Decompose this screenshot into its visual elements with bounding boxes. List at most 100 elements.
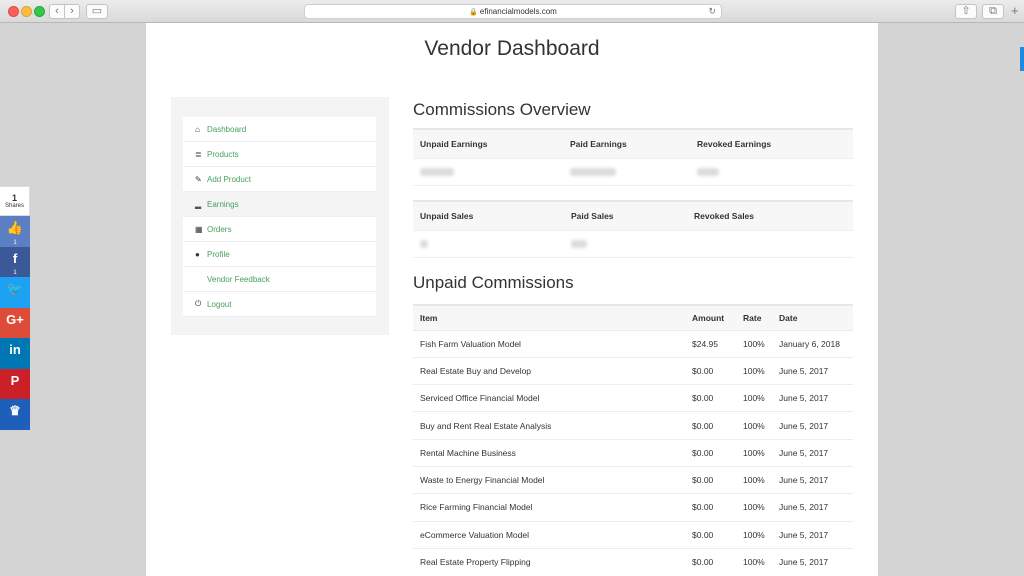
- paid-sales-header: Paid Sales: [571, 211, 614, 221]
- menu-label: Vendor Feedback: [207, 274, 270, 284]
- crown-icon: ♛: [9, 403, 21, 418]
- amount-cell: $0.00: [685, 384, 736, 412]
- menu-label: Profile: [207, 249, 230, 259]
- vendor-menu: ⌂ Dashboard ≣ Products ✎ Add Product ▂ Earni…: [183, 117, 376, 317]
- close-window-button[interactable]: [8, 6, 19, 17]
- sales-header-row: Unpaid Sales Paid Sales Revoked Sales: [413, 202, 853, 230]
- unpaid-commissions-table: Item Amount Rate Date Fish Farm Valuatio…: [413, 304, 853, 576]
- sidebar-toggle-button[interactable]: ▭: [86, 4, 108, 19]
- menu-item-earnings[interactable]: ▂ Earnings: [183, 192, 376, 217]
- thumbs-up-icon: 👍: [6, 220, 24, 235]
- date-cell: June 5, 2017: [772, 411, 853, 440]
- revoked-sales-header: Revoked Sales: [694, 211, 755, 221]
- lock-icon: 🔒: [469, 9, 478, 16]
- item-cell: Fish Farm Valuation Model: [413, 329, 685, 358]
- table-header-row: Item Amount Rate Date: [413, 305, 853, 330]
- earnings-header-row: Unpaid Earnings Paid Earnings Revoked Ea…: [413, 130, 853, 158]
- menu-label: Orders: [207, 224, 232, 234]
- menu-item-profile[interactable]: ● Profile: [183, 242, 376, 267]
- page-content: Vendor Dashboard ⌂ Dashboard ≣ Products ✎ A…: [146, 23, 878, 576]
- linkedin-share-button[interactable]: in: [0, 338, 30, 369]
- rate-cell: 100%: [736, 520, 772, 549]
- home-icon: ⌂: [195, 124, 200, 134]
- rate-cell: 100%: [736, 356, 772, 385]
- google-plus-share-button[interactable]: G+: [0, 307, 30, 338]
- fullscreen-window-button[interactable]: [34, 6, 45, 17]
- rate-cell: 100%: [736, 438, 772, 467]
- menu-item-logout[interactable]: ⏻ Logout: [183, 292, 376, 317]
- menu-label: Add Product: [207, 174, 252, 184]
- facebook-share-button[interactable]: f1: [0, 246, 30, 277]
- date-cell: June 5, 2017: [772, 465, 853, 494]
- bar-chart-icon: ▂: [195, 199, 202, 209]
- item-cell: Buy and Rent Real Estate Analysis: [413, 411, 685, 440]
- table-row: Real Estate Property Flipping $0.00 100% Ju…: [413, 547, 853, 576]
- date-cell: June 5, 2017: [772, 384, 853, 412]
- column-header-date: Date: [772, 305, 853, 330]
- google-plus-icon: G+: [6, 311, 24, 327]
- redacted-value: [570, 168, 616, 176]
- menu-item-add-product[interactable]: ✎ Add Product: [183, 167, 376, 192]
- side-widget-tab[interactable]: [1020, 47, 1024, 71]
- power-icon: ⏻: [195, 299, 202, 308]
- new-tab-button[interactable]: +: [1011, 3, 1019, 18]
- pinterest-share-button[interactable]: P: [0, 368, 30, 399]
- paid-earnings-header: Paid Earnings: [570, 139, 627, 149]
- share-count-label: Shares: [4, 203, 24, 209]
- menu-item-products[interactable]: ≣ Products: [183, 142, 376, 167]
- unpaid-commissions-heading: Unpaid Commissions: [413, 273, 574, 292]
- table-row: Fish Farm Valuation Model $24.95 100% Janua…: [413, 329, 853, 358]
- social-share-bar: 1 Shares 👍 1 f1 🐦 G+ in P ♛: [0, 186, 30, 430]
- minimize-window-button[interactable]: [21, 6, 32, 17]
- address-text: efinancialmodels.com: [479, 7, 557, 16]
- unpaid-earnings-header: Unpaid Earnings: [420, 139, 488, 149]
- share-button[interactable]: ⇧: [955, 4, 977, 19]
- linkedin-icon: in: [9, 342, 21, 357]
- address-bar[interactable]: 🔒 efinancialmodels.com ↻: [304, 4, 722, 19]
- facebook-icon: f: [12, 250, 18, 266]
- table-row: Serviced Office Financial Model $0.00 100%…: [413, 384, 853, 412]
- rate-cell: 100%: [736, 384, 772, 412]
- menu-item-dashboard[interactable]: ⌂ Dashboard: [183, 117, 376, 142]
- vendor-sidebar: ⌂ Dashboard ≣ Products ✎ Add Product ▂ Earni…: [171, 97, 389, 335]
- like-share-button[interactable]: 👍 1: [0, 216, 30, 247]
- rate-cell: 100%: [736, 547, 772, 576]
- like-count: 1: [13, 239, 17, 246]
- reload-icon[interactable]: ↻: [708, 5, 716, 18]
- date-cell: June 5, 2017: [772, 356, 853, 385]
- redacted-value: [571, 240, 587, 248]
- amount-cell: $0.00: [685, 547, 736, 576]
- sumome-button[interactable]: ♛: [0, 399, 30, 430]
- rate-cell: 100%: [736, 329, 772, 358]
- amount-cell: $0.00: [685, 520, 736, 549]
- date-cell: June 5, 2017: [772, 493, 853, 522]
- back-button[interactable]: ‹: [49, 4, 65, 19]
- menu-label: Products: [207, 149, 239, 159]
- menu-item-vendor-feedback[interactable]: Vendor Feedback: [183, 267, 376, 292]
- table-row: Waste to Energy Financial Model $0.00 100%…: [413, 465, 853, 494]
- column-header-amount: Amount: [685, 305, 736, 330]
- amount-cell: $0.00: [685, 356, 736, 385]
- pinterest-icon: P: [10, 372, 20, 388]
- table-row: Rental Machine Business $0.00 100% June 5, …: [413, 438, 853, 467]
- column-header-rate: Rate: [736, 305, 772, 330]
- redacted-value: [420, 240, 428, 248]
- item-cell: Rental Machine Business: [413, 438, 685, 467]
- menu-label: Earnings: [207, 199, 239, 209]
- share-count: 1 Shares: [0, 186, 30, 216]
- grid-icon: ▦: [195, 224, 203, 234]
- show-tabs-button[interactable]: ⧉: [982, 4, 1004, 19]
- twitter-share-button[interactable]: 🐦: [0, 277, 30, 308]
- item-cell: Real Estate Property Flipping: [413, 547, 685, 576]
- forward-button[interactable]: ›: [64, 4, 80, 19]
- sales-table: Unpaid Sales Paid Sales Revoked Sales: [413, 200, 853, 258]
- rate-cell: 100%: [736, 493, 772, 522]
- item-cell: Waste to Energy Financial Model: [413, 465, 685, 494]
- column-header-item: Item: [413, 305, 685, 330]
- table-row: Buy and Rent Real Estate Analysis $0.00 10…: [413, 411, 853, 440]
- menu-item-orders[interactable]: ▦ Orders: [183, 217, 376, 242]
- item-cell: eCommerce Valuation Model: [413, 520, 685, 549]
- date-cell: June 5, 2017: [772, 438, 853, 467]
- date-cell: January 6, 2018: [772, 329, 853, 358]
- rate-cell: 100%: [736, 411, 772, 440]
